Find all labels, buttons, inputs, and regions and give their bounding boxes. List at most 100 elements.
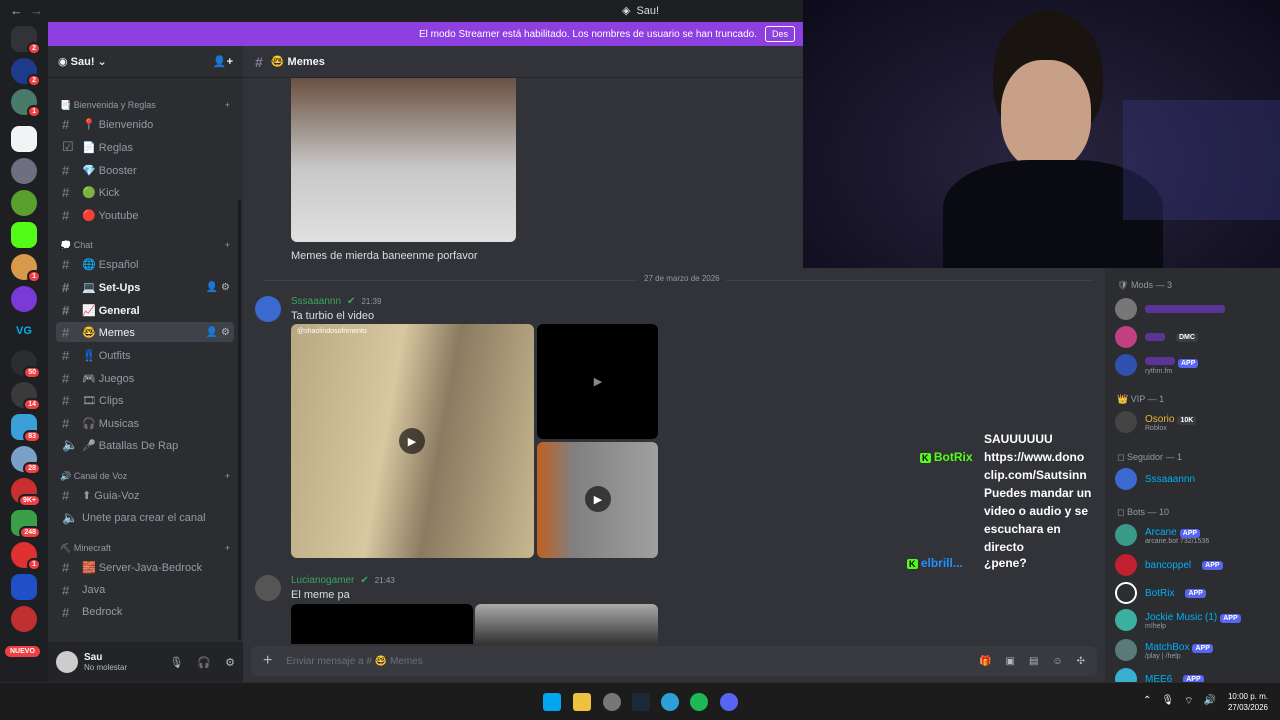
forward-arrow-icon[interactable]: → xyxy=(30,3,43,18)
spotify-icon[interactable] xyxy=(690,693,708,711)
member-item[interactable]: Arcane APP arcane.bot 732/1536 xyxy=(1115,524,1275,546)
add-channel-icon[interactable]: + xyxy=(225,100,230,111)
avatar[interactable] xyxy=(56,651,78,673)
server-icon[interactable] xyxy=(11,286,37,312)
server-icon[interactable]: 2 xyxy=(11,58,41,87)
sidebar-scrollbar[interactable] xyxy=(238,200,241,640)
kick-server-icon[interactable] xyxy=(11,222,37,248)
member-item[interactable]: Jockie Music (1) APP m!help xyxy=(1115,609,1275,631)
channel-server-java-bedrock[interactable]: # 🧱 Server-Java-Bedrock xyxy=(56,557,234,577)
category-chat[interactable]: 💭 Chat + xyxy=(60,240,230,251)
play-icon[interactable]: ▶ xyxy=(585,486,611,512)
server-icon[interactable] xyxy=(11,158,37,184)
clock[interactable]: 10:00 p. m. 27/03/2026 xyxy=(1228,691,1268,713)
microphone-icon[interactable]: 🎙 xyxy=(169,656,183,669)
server-icon[interactable]: 83 xyxy=(11,414,41,443)
avatar[interactable] xyxy=(255,296,281,322)
apps-icon[interactable]: ✣ xyxy=(1077,656,1085,667)
channel-general[interactable]: # 📈 General xyxy=(56,300,234,320)
channel-reglas[interactable]: ☑ 📄 Reglas xyxy=(56,137,234,157)
category-bienvenida[interactable]: 📑 Bienvenida y Reglas + xyxy=(60,100,230,111)
settings-gear-icon[interactable]: ⚙ xyxy=(225,656,235,669)
volume-icon[interactable]: 🔊 xyxy=(1204,695,1216,708)
channel-unete[interactable]: 🔈 Unete para crear el canal xyxy=(56,508,234,528)
headphones-icon[interactable]: 🎧 xyxy=(197,656,211,669)
message-composer[interactable]: + Enviar mensaje a # 🤓 Memes 🎁 ▣ ▤ ☺ ✣ xyxy=(251,646,1097,676)
channel-settings-icon[interactable]: 👤 ⚙ xyxy=(206,282,230,293)
channel-clips[interactable]: # 🎞 Clips xyxy=(56,390,234,410)
server-icon[interactable]: 28 xyxy=(11,446,41,475)
server-icon[interactable]: 9K+ xyxy=(11,478,41,507)
video-attachment[interactable]: @shaolindosofrimento ▶ xyxy=(291,324,534,558)
server-icon[interactable] xyxy=(11,574,37,600)
meme-image[interactable] xyxy=(291,78,516,242)
member-item[interactable]: APP rythm.fm xyxy=(1115,354,1275,376)
video-attachment[interactable]: ▶ xyxy=(537,324,658,439)
back-arrow-icon[interactable]: ← xyxy=(10,3,23,18)
add-channel-icon[interactable]: + xyxy=(225,471,230,482)
server-header[interactable]: ◉ Sau! ⌄ 👤+ xyxy=(48,46,243,78)
discord-icon[interactable] xyxy=(720,693,738,711)
server-icon[interactable] xyxy=(11,606,37,632)
server-icon[interactable]: 50 xyxy=(11,350,41,379)
microphone-icon[interactable]: 🎙 xyxy=(1161,695,1174,708)
avatar[interactable] xyxy=(255,575,281,601)
channel-guia-voz[interactable]: # ⬆ Guia-Voz xyxy=(56,485,234,505)
server-icon[interactable] xyxy=(11,190,37,216)
author-name[interactable]: Sssaaannn xyxy=(291,296,341,307)
channel-set-ups[interactable]: # 💻 Set-Ups 👤 ⚙ xyxy=(56,277,234,297)
member-item[interactable]: Sssaaannn xyxy=(1115,468,1275,490)
member-item[interactable]: DMC xyxy=(1115,326,1275,348)
wifi-icon[interactable]: ⌔ xyxy=(1184,695,1193,708)
member-item[interactable]: BotRix APP xyxy=(1115,582,1275,604)
server-icon[interactable]: VG xyxy=(11,318,37,344)
direct-messages-icon[interactable]: 2 xyxy=(11,26,41,55)
member-item[interactable]: bancoppel APP xyxy=(1115,554,1275,576)
app-icon[interactable] xyxy=(603,693,621,711)
video-attachment[interactable]: ▶ xyxy=(537,442,658,558)
video-attachment[interactable] xyxy=(475,604,658,644)
channel-outfits[interactable]: # 👖 Outfits xyxy=(56,345,234,365)
edge-icon[interactable] xyxy=(661,693,679,711)
member-item[interactable] xyxy=(1115,298,1275,320)
video-attachment[interactable] xyxy=(291,604,473,644)
channel-bienvenido[interactable]: # 📍 Bienvenido xyxy=(56,114,234,134)
play-icon[interactable]: ▶ xyxy=(399,428,425,454)
message-author[interactable]: Lucianogamer ✔ 21:43 xyxy=(291,575,395,586)
emoji-icon[interactable]: ☺ xyxy=(1052,656,1062,667)
user-info[interactable]: Sau No molestar xyxy=(84,652,127,672)
channel-batallas[interactable]: 🔈 🎤 Batallas De Rap xyxy=(56,435,234,455)
channel-memes[interactable]: # 🤓 Memes 👤 ⚙ xyxy=(56,322,234,342)
server-icon[interactable]: 1 xyxy=(11,542,41,571)
server-icon[interactable]: 248 xyxy=(11,510,41,539)
channel-youtube[interactable]: # 🔴 Youtube xyxy=(56,205,234,225)
windows-start-icon[interactable] xyxy=(543,693,561,711)
channel-kick[interactable]: # 🟢 Kick xyxy=(56,182,234,202)
channel-booster[interactable]: # 💎 Booster xyxy=(56,160,234,180)
category-minecraft[interactable]: ⛏ Minecraft + xyxy=(60,543,230,554)
play-icon[interactable]: ▶ xyxy=(585,368,611,394)
sticker-icon[interactable]: ▤ xyxy=(1029,656,1038,667)
channel-musicas[interactable]: # 🎧 Musicas xyxy=(56,413,234,433)
add-attachment-icon[interactable]: + xyxy=(263,652,272,670)
server-icon[interactable]: 1 xyxy=(11,254,41,283)
member-item[interactable]: MatchBox APP/play | /help xyxy=(1115,639,1275,661)
chevron-up-icon[interactable]: ⌃ xyxy=(1143,695,1151,708)
add-channel-icon[interactable]: + xyxy=(225,543,230,554)
channel-juegos[interactable]: # 🎮 Juegos xyxy=(56,368,234,388)
gif-icon[interactable]: ▣ xyxy=(1005,656,1014,667)
channel-settings-icon[interactable]: 👤 ⚙ xyxy=(206,327,230,338)
message-author[interactable]: Sssaaannn ✔ 21:39 xyxy=(291,296,381,307)
banner-disable-button[interactable]: Des xyxy=(764,26,795,42)
category-voz[interactable]: 🔊 Canal de Voz + xyxy=(60,471,230,482)
add-channel-icon[interactable]: + xyxy=(225,240,230,251)
author-name[interactable]: Lucianogamer xyxy=(291,575,354,586)
channel-bedrock[interactable]: # Bedrock xyxy=(56,602,234,622)
member-item[interactable]: Osorio 10K Roblox xyxy=(1115,411,1275,433)
steam-icon[interactable] xyxy=(632,693,650,711)
invite-icon[interactable]: 👤+ xyxy=(213,55,233,68)
server-icon[interactable]: 1 xyxy=(11,89,41,118)
file-explorer-icon[interactable] xyxy=(573,693,591,711)
server-icon-active[interactable] xyxy=(11,126,37,152)
server-icon[interactable]: 14 xyxy=(11,382,41,411)
